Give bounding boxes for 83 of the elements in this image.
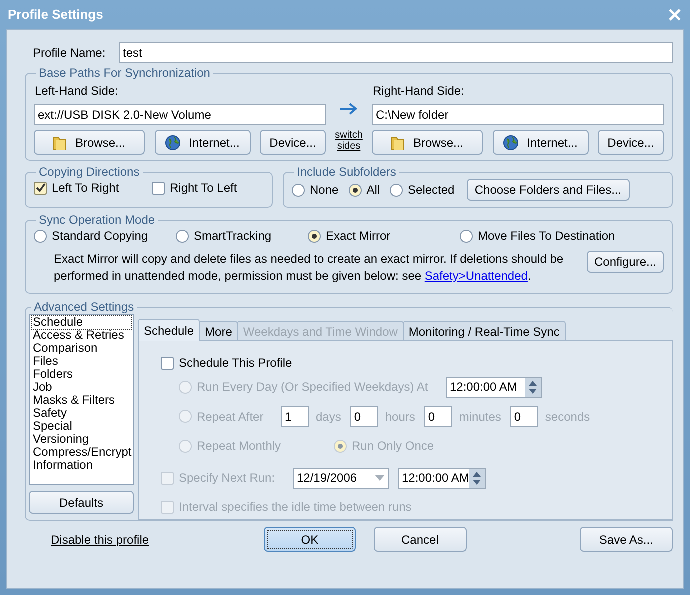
radio-label: Exact Mirror [326, 228, 391, 245]
tab[interactable]: More [199, 321, 238, 341]
mode-description: Exact Mirror will copy and delete files as needed to create an exact mirror. If deletions should be performed in unattended mode, permission must be given below: see Safety>Unattended. [54, 251, 564, 285]
radio-button[interactable] [460, 230, 473, 242]
profile-name-field[interactable]: test [119, 42, 673, 63]
settings-list[interactable]: Schedule Access & Retries Comparison Files Folders Job Masks & Filters Safety Special Versioning Compress/Encrypt Information [29, 314, 134, 485]
list-item[interactable]: Information [32, 459, 131, 472]
checkbox[interactable] [152, 182, 165, 194]
defaults-button[interactable]: Defaults [29, 491, 134, 514]
radio-button[interactable] [390, 184, 404, 196]
safety-link[interactable]: Safety>Unattended [424, 269, 528, 283]
field-label: Profile Name: [33, 44, 107, 62]
unit-label: days [316, 408, 342, 426]
list-item[interactable]: Access & Retries [32, 329, 131, 342]
radio-button[interactable] [348, 184, 362, 196]
list-item[interactable]: Folders [32, 368, 131, 381]
browse-button[interactable]: Browse... [372, 130, 483, 155]
dialog-button[interactable]: OK [264, 527, 356, 552]
dialog-button[interactable]: Cancel [374, 527, 467, 552]
checkbox[interactable] [161, 356, 174, 370]
browse-button[interactable]: Browse... [34, 130, 145, 155]
configure-button[interactable]: Configure... [587, 251, 664, 273]
list-item[interactable]: Files [32, 355, 131, 368]
radio-label: Standard Copying [52, 228, 148, 245]
list-item[interactable]: Special [32, 420, 131, 433]
radio-label: Run Every Day (Or Specified Weekdays) At [197, 379, 428, 396]
device-button[interactable]: Device... [598, 130, 664, 155]
radio-label: Repeat Monthly [197, 438, 282, 455]
globe-icon [165, 134, 182, 150]
radio-label: Repeat After [197, 408, 264, 426]
list-item[interactable]: Compress/Encrypt [32, 446, 131, 459]
list-item[interactable]: Job [32, 381, 131, 394]
radio-button[interactable] [34, 230, 47, 242]
unit-label: minutes [459, 408, 502, 426]
internet-button[interactable]: Internet... [154, 130, 250, 155]
checkbox-label: Schedule This Profile [179, 355, 292, 372]
internet-button[interactable]: Internet... [492, 130, 588, 155]
disable-profile-link[interactable]: Disable this profile [51, 530, 264, 548]
path-field[interactable]: ext://USB DISK 2.0-New Volume [34, 104, 326, 125]
folder-icon [391, 134, 406, 150]
folder-icon [53, 134, 68, 150]
radio-button[interactable] [292, 184, 305, 196]
checkbox-label: Left To Right [52, 180, 120, 197]
dialog-button[interactable]: Save As... [580, 527, 674, 552]
field-label: Left-Hand Side: [35, 83, 120, 100]
list-item[interactable]: Versioning [32, 433, 131, 446]
list-item[interactable]: Schedule [32, 316, 131, 329]
globe-icon [503, 134, 520, 150]
group-title: Advanced Settings [33, 300, 136, 314]
checkbox-label: Right To Left [170, 180, 238, 197]
group-title: Sync Operation Mode [38, 213, 156, 227]
radio-label: SmartTracking [194, 228, 272, 245]
field-label: Right-Hand Side: [373, 83, 466, 100]
unit-label: hours [385, 408, 416, 426]
choose-folders-button[interactable]: Choose Folders and Files... [466, 179, 630, 201]
window-title: Profile Settings [8, 6, 104, 24]
list-item[interactable]: Comparison [32, 342, 131, 355]
tab[interactable]: Monitoring / Real-Time Sync [402, 321, 566, 341]
checkbox-label: Interval specifies the idle time between runs [179, 499, 412, 516]
list-item[interactable]: Safety [32, 407, 131, 420]
list-item[interactable]: Masks & Filters [32, 394, 131, 407]
radio-label: Selected [408, 182, 455, 199]
checkbox[interactable] [34, 182, 47, 194]
arrow-icon [339, 102, 359, 116]
switch-sides-link[interactable]: switch sides [334, 130, 364, 152]
group-title: Include Subfolders [296, 165, 398, 179]
radio-button[interactable] [176, 230, 189, 242]
unit-label: seconds [545, 408, 590, 426]
spinner-icon [525, 378, 541, 396]
radio-label: Move Files To Destination [478, 228, 616, 245]
radio-label: None [310, 182, 339, 199]
group-title: Copying Directions [38, 165, 141, 179]
close-icon[interactable] [668, 8, 682, 22]
radio-label: Run Only Once [352, 438, 434, 455]
radio-button[interactable] [308, 230, 321, 242]
checkbox-label: Specify Next Run: [179, 470, 276, 487]
tab[interactable]: Schedule [138, 319, 200, 341]
path-field[interactable]: C:\New folder [372, 104, 664, 125]
spinner-icon [469, 468, 486, 488]
group-title: Base Paths For Synchronization [38, 66, 212, 80]
radio-label: All [366, 182, 380, 199]
device-button[interactable]: Device... [260, 130, 326, 155]
caret-icon [375, 475, 385, 481]
